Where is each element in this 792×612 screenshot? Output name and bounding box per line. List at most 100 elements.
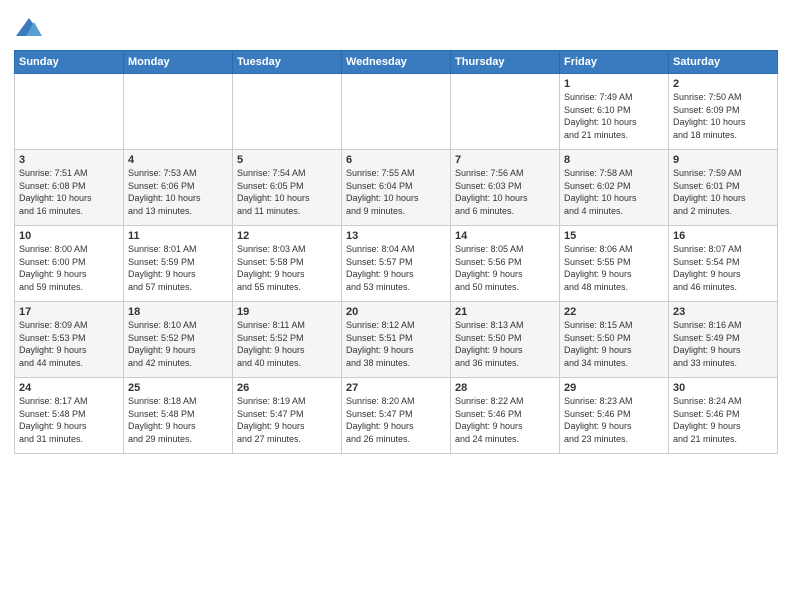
day-number: 3 [19, 154, 119, 166]
day-info: Sunrise: 8:10 AM Sunset: 5:52 PM Dayligh… [128, 319, 228, 369]
calendar-cell: 22Sunrise: 8:15 AM Sunset: 5:50 PM Dayli… [560, 302, 669, 378]
day-info: Sunrise: 7:54 AM Sunset: 6:05 PM Dayligh… [237, 167, 337, 217]
day-info: Sunrise: 8:09 AM Sunset: 5:53 PM Dayligh… [19, 319, 119, 369]
weekday-header-sunday: Sunday [15, 51, 124, 74]
week-row-1: 3Sunrise: 7:51 AM Sunset: 6:08 PM Daylig… [15, 150, 778, 226]
day-info: Sunrise: 8:07 AM Sunset: 5:54 PM Dayligh… [673, 243, 773, 293]
weekday-header-saturday: Saturday [669, 51, 778, 74]
weekday-header-thursday: Thursday [451, 51, 560, 74]
day-number: 7 [455, 154, 555, 166]
day-info: Sunrise: 7:53 AM Sunset: 6:06 PM Dayligh… [128, 167, 228, 217]
calendar-cell: 2Sunrise: 7:50 AM Sunset: 6:09 PM Daylig… [669, 74, 778, 150]
calendar-cell: 29Sunrise: 8:23 AM Sunset: 5:46 PM Dayli… [560, 378, 669, 454]
day-info: Sunrise: 7:55 AM Sunset: 6:04 PM Dayligh… [346, 167, 446, 217]
calendar-cell: 14Sunrise: 8:05 AM Sunset: 5:56 PM Dayli… [451, 226, 560, 302]
day-number: 21 [455, 306, 555, 318]
calendar-cell: 12Sunrise: 8:03 AM Sunset: 5:58 PM Dayli… [233, 226, 342, 302]
day-number: 5 [237, 154, 337, 166]
day-info: Sunrise: 8:22 AM Sunset: 5:46 PM Dayligh… [455, 395, 555, 445]
calendar-cell: 10Sunrise: 8:00 AM Sunset: 6:00 PM Dayli… [15, 226, 124, 302]
day-info: Sunrise: 8:11 AM Sunset: 5:52 PM Dayligh… [237, 319, 337, 369]
calendar-cell: 7Sunrise: 7:56 AM Sunset: 6:03 PM Daylig… [451, 150, 560, 226]
calendar-cell [124, 74, 233, 150]
calendar-cell: 4Sunrise: 7:53 AM Sunset: 6:06 PM Daylig… [124, 150, 233, 226]
calendar-cell: 17Sunrise: 8:09 AM Sunset: 5:53 PM Dayli… [15, 302, 124, 378]
weekday-header-wednesday: Wednesday [342, 51, 451, 74]
day-number: 25 [128, 382, 228, 394]
day-info: Sunrise: 8:16 AM Sunset: 5:49 PM Dayligh… [673, 319, 773, 369]
day-number: 17 [19, 306, 119, 318]
calendar-cell: 28Sunrise: 8:22 AM Sunset: 5:46 PM Dayli… [451, 378, 560, 454]
day-info: Sunrise: 8:24 AM Sunset: 5:46 PM Dayligh… [673, 395, 773, 445]
day-number: 1 [564, 78, 664, 90]
day-number: 23 [673, 306, 773, 318]
calendar-cell: 18Sunrise: 8:10 AM Sunset: 5:52 PM Dayli… [124, 302, 233, 378]
calendar-cell: 26Sunrise: 8:19 AM Sunset: 5:47 PM Dayli… [233, 378, 342, 454]
day-info: Sunrise: 8:23 AM Sunset: 5:46 PM Dayligh… [564, 395, 664, 445]
calendar-cell: 27Sunrise: 8:20 AM Sunset: 5:47 PM Dayli… [342, 378, 451, 454]
day-number: 18 [128, 306, 228, 318]
calendar-cell: 25Sunrise: 8:18 AM Sunset: 5:48 PM Dayli… [124, 378, 233, 454]
logo [14, 14, 48, 44]
day-number: 15 [564, 230, 664, 242]
weekday-header-friday: Friday [560, 51, 669, 74]
day-number: 11 [128, 230, 228, 242]
day-number: 8 [564, 154, 664, 166]
calendar-table: SundayMondayTuesdayWednesdayThursdayFrid… [14, 50, 778, 454]
day-number: 20 [346, 306, 446, 318]
day-number: 4 [128, 154, 228, 166]
day-number: 13 [346, 230, 446, 242]
day-info: Sunrise: 7:58 AM Sunset: 6:02 PM Dayligh… [564, 167, 664, 217]
day-number: 26 [237, 382, 337, 394]
day-number: 10 [19, 230, 119, 242]
logo-icon [14, 14, 44, 44]
calendar-cell [233, 74, 342, 150]
calendar-cell: 19Sunrise: 8:11 AM Sunset: 5:52 PM Dayli… [233, 302, 342, 378]
weekday-header-row: SundayMondayTuesdayWednesdayThursdayFrid… [15, 51, 778, 74]
calendar-cell: 3Sunrise: 7:51 AM Sunset: 6:08 PM Daylig… [15, 150, 124, 226]
day-number: 16 [673, 230, 773, 242]
weekday-header-monday: Monday [124, 51, 233, 74]
calendar-cell: 16Sunrise: 8:07 AM Sunset: 5:54 PM Dayli… [669, 226, 778, 302]
calendar-container: SundayMondayTuesdayWednesdayThursdayFrid… [0, 0, 792, 462]
calendar-cell: 1Sunrise: 7:49 AM Sunset: 6:10 PM Daylig… [560, 74, 669, 150]
day-info: Sunrise: 8:00 AM Sunset: 6:00 PM Dayligh… [19, 243, 119, 293]
day-info: Sunrise: 8:15 AM Sunset: 5:50 PM Dayligh… [564, 319, 664, 369]
day-info: Sunrise: 7:59 AM Sunset: 6:01 PM Dayligh… [673, 167, 773, 217]
day-info: Sunrise: 8:06 AM Sunset: 5:55 PM Dayligh… [564, 243, 664, 293]
day-info: Sunrise: 8:05 AM Sunset: 5:56 PM Dayligh… [455, 243, 555, 293]
calendar-cell: 5Sunrise: 7:54 AM Sunset: 6:05 PM Daylig… [233, 150, 342, 226]
calendar-cell: 20Sunrise: 8:12 AM Sunset: 5:51 PM Dayli… [342, 302, 451, 378]
day-number: 22 [564, 306, 664, 318]
day-info: Sunrise: 7:49 AM Sunset: 6:10 PM Dayligh… [564, 91, 664, 141]
day-number: 27 [346, 382, 446, 394]
calendar-cell: 13Sunrise: 8:04 AM Sunset: 5:57 PM Dayli… [342, 226, 451, 302]
calendar-header: SundayMondayTuesdayWednesdayThursdayFrid… [15, 51, 778, 74]
day-info: Sunrise: 8:04 AM Sunset: 5:57 PM Dayligh… [346, 243, 446, 293]
calendar-cell: 24Sunrise: 8:17 AM Sunset: 5:48 PM Dayli… [15, 378, 124, 454]
week-row-3: 17Sunrise: 8:09 AM Sunset: 5:53 PM Dayli… [15, 302, 778, 378]
day-number: 19 [237, 306, 337, 318]
day-number: 2 [673, 78, 773, 90]
day-info: Sunrise: 8:17 AM Sunset: 5:48 PM Dayligh… [19, 395, 119, 445]
calendar-cell: 21Sunrise: 8:13 AM Sunset: 5:50 PM Dayli… [451, 302, 560, 378]
calendar-cell: 15Sunrise: 8:06 AM Sunset: 5:55 PM Dayli… [560, 226, 669, 302]
day-number: 6 [346, 154, 446, 166]
calendar-cell: 6Sunrise: 7:55 AM Sunset: 6:04 PM Daylig… [342, 150, 451, 226]
day-info: Sunrise: 8:20 AM Sunset: 5:47 PM Dayligh… [346, 395, 446, 445]
day-number: 12 [237, 230, 337, 242]
day-info: Sunrise: 8:03 AM Sunset: 5:58 PM Dayligh… [237, 243, 337, 293]
header-row [14, 10, 778, 44]
calendar-cell: 8Sunrise: 7:58 AM Sunset: 6:02 PM Daylig… [560, 150, 669, 226]
weekday-header-tuesday: Tuesday [233, 51, 342, 74]
calendar-cell: 11Sunrise: 8:01 AM Sunset: 5:59 PM Dayli… [124, 226, 233, 302]
day-info: Sunrise: 8:13 AM Sunset: 5:50 PM Dayligh… [455, 319, 555, 369]
week-row-4: 24Sunrise: 8:17 AM Sunset: 5:48 PM Dayli… [15, 378, 778, 454]
day-number: 29 [564, 382, 664, 394]
calendar-cell [451, 74, 560, 150]
calendar-cell [342, 74, 451, 150]
day-info: Sunrise: 7:51 AM Sunset: 6:08 PM Dayligh… [19, 167, 119, 217]
day-info: Sunrise: 8:01 AM Sunset: 5:59 PM Dayligh… [128, 243, 228, 293]
calendar-cell [15, 74, 124, 150]
week-row-2: 10Sunrise: 8:00 AM Sunset: 6:00 PM Dayli… [15, 226, 778, 302]
